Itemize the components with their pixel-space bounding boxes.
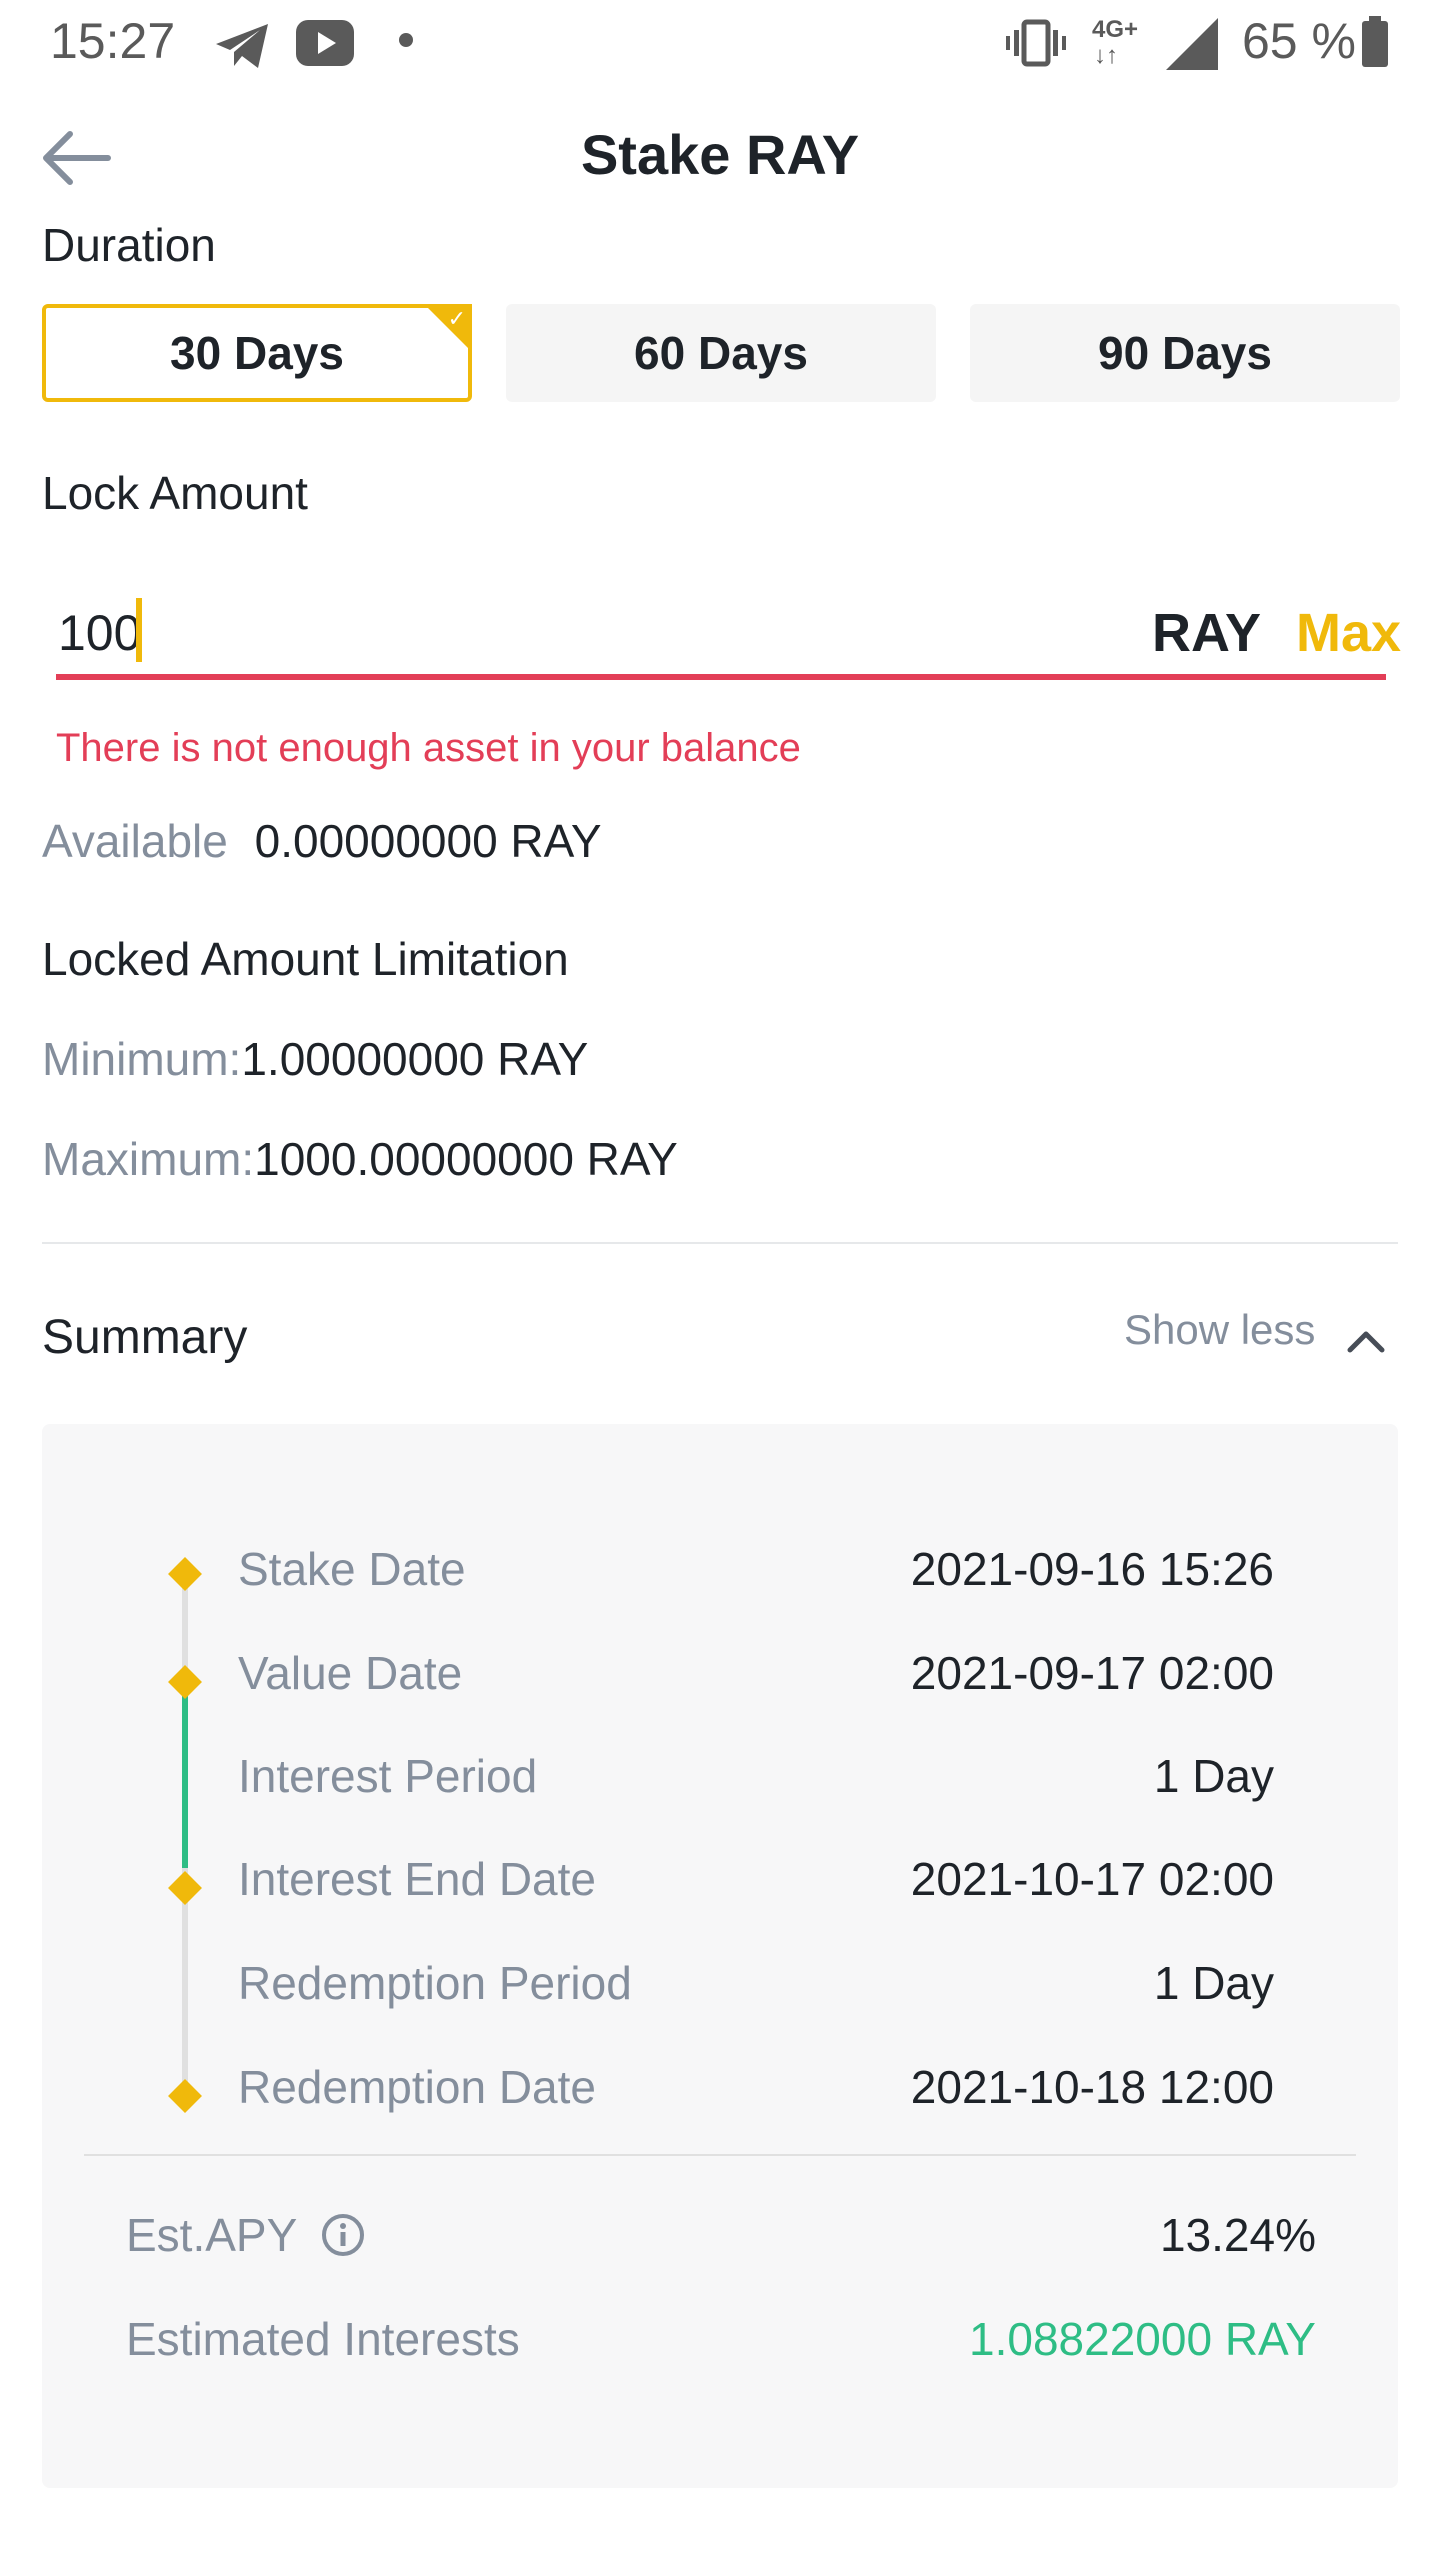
tab-30-days-label: 30 Days [170,327,344,379]
status-time: 15:27 [50,13,176,69]
estimated-interests-value: 1.08822000 RAY [969,2313,1316,2365]
est-apy-value: 13.24% [1159,2209,1316,2261]
card-divider [84,2154,1356,2156]
section-divider [42,1242,1398,1244]
interest-end-date-value: 2021-10-17 02:00 [910,1853,1274,1905]
value-date-label: Value Date [238,1647,463,1699]
limitation-title: Locked Amount Limitation [42,933,569,985]
check-icon: ✓ [447,306,466,331]
balance-error-message: There is not enough asset in your balanc… [56,726,801,770]
redemption-period-value: 1 Day [1153,1957,1274,2009]
interest-period-value: 1 Day [1153,1750,1274,1802]
available-label: Available [42,815,228,867]
value-date-value: 2021-09-17 02:00 [910,1647,1274,1699]
stake-date-value: 2021-09-16 15:26 [910,1543,1274,1595]
battery-icon [1362,16,1388,67]
maximum-label: Maximum: [42,1133,255,1185]
info-icon[interactable] [320,2212,366,2258]
timeline-interest-line [182,1692,188,1868]
tab-30-days[interactable]: 30 Days ✓ [42,304,472,402]
tab-90-days[interactable]: 90 Days [970,304,1400,402]
collapse-toggle[interactable] [1336,1316,1396,1366]
redemption-date-value: 2021-10-18 12:00 [910,2061,1274,2113]
battery-percent: 65 % [1242,13,1356,69]
minimum-value: 1.00000000 RAY [241,1033,589,1085]
signal-icon [1166,18,1218,70]
summary-title: Summary [42,1311,248,1364]
4g-plus-data-icon: 4G+ ↓↑ [1092,16,1139,69]
maximum-row: Maximum:1000.00000000 RAY [42,1132,678,1186]
amount-input[interactable]: 100 [58,604,141,662]
interest-end-date-label: Interest End Date [238,1853,596,1905]
timeline-marker [168,1557,202,1591]
telegram-icon [216,24,268,68]
available-row: Available 0.00000000 RAY [42,814,602,868]
timeline-marker [168,2079,202,2113]
maximum-value: 1000.00000000 RAY [254,1133,678,1185]
chevron-up-icon [1347,1331,1385,1353]
available-value: 0.00000000 RAY [254,815,602,867]
notification-dot-icon [399,33,413,47]
minimum-row: Minimum:1.00000000 RAY [42,1032,588,1086]
redemption-date-label: Redemption Date [238,2061,596,2113]
minimum-label: Minimum: [42,1033,242,1085]
show-less-button[interactable]: Show less [1124,1306,1315,1354]
redemption-period-label: Redemption Period [238,1957,632,2009]
duration-label: Duration [42,219,216,271]
input-underline [56,674,1386,680]
network-type-label: 4G+ [1092,16,1139,43]
text-caret [136,598,142,662]
status-bar: 15:27 4G+ ↓↑ 65 % [0,0,1440,84]
youtube-icon [296,20,354,66]
timeline-marker [168,1871,202,1905]
tab-60-days[interactable]: 60 Days [506,304,936,402]
timeline-marker [168,1665,202,1699]
amount-field[interactable]: 100 RAY Max [56,590,1401,680]
tab-90-days-label: 90 Days [1098,327,1272,379]
lock-amount-label: Lock Amount [42,467,308,519]
stake-date-label: Stake Date [238,1543,466,1595]
estimated-interests-label: Estimated Interests [126,2313,520,2365]
max-button[interactable]: Max [1296,602,1401,664]
vibrate-icon [1006,19,1066,67]
interest-period-label: Interest Period [238,1750,538,1802]
page-title: Stake RAY [580,123,860,186]
est-apy-label: Est.APY [126,2209,298,2261]
amount-unit: RAY [1152,603,1262,663]
tab-60-days-label: 60 Days [634,327,808,379]
